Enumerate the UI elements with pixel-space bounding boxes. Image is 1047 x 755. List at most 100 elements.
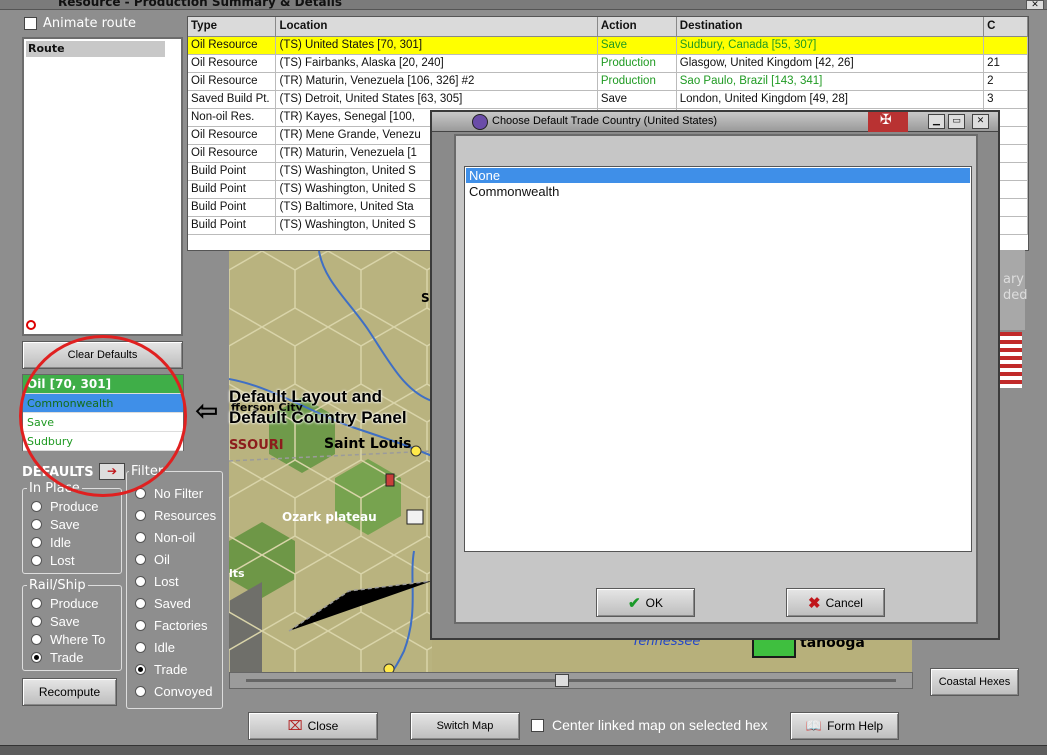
right-panel-text: ary ded [1003,272,1028,304]
animate-route-checkbox[interactable] [24,16,37,30]
cell-c [983,36,1028,55]
filter-resources-radio[interactable]: Resources [135,508,216,523]
center-linked-map-label: Center linked map on selected hex [552,717,768,733]
close-label: Close [307,719,339,733]
animate-route-toggle[interactable]: Animate route [24,14,136,32]
filter-factories-radio[interactable]: Factories [135,618,207,633]
route-marker-icon [26,320,36,330]
cell-c: 21 [983,54,1028,73]
german-flag-icon [868,112,908,132]
rail-ship-produce-radio[interactable]: Produce [31,596,98,611]
map-label-missouri: SSOURI [229,438,284,453]
cell-type: Oil Resource [188,36,277,55]
status-strip [0,745,1047,755]
form-help-button[interactable]: 📖 Form Help [790,712,899,740]
radio-icon [135,554,146,565]
table-row[interactable]: Oil Resource (TS) Fairbanks, Alaska [20,… [188,54,1028,73]
minimize-icon[interactable]: ▁ [928,114,945,129]
scrollbar-thumb[interactable] [555,674,569,687]
filter-lost-radio[interactable]: Lost [135,574,179,589]
radio-icon [135,510,146,521]
recompute-button[interactable]: Recompute [22,678,117,706]
radio-icon [31,519,42,530]
cell-destination: Sao Paulo, Brazil [143, 341] [676,72,985,91]
radio-icon [31,616,42,627]
route-header: Route [26,41,165,57]
radio-label: Where To [50,632,106,647]
in-place-produce-radio[interactable]: Produce [31,499,98,514]
column-header-location[interactable]: Location [275,17,598,37]
column-header-c[interactable]: C [983,17,1028,37]
cell-destination: London, United Kingdom [49, 28] [676,90,985,109]
radio-label: Lost [154,574,179,589]
annotation-circle [19,335,187,497]
list-item-commonwealth[interactable]: Commonwealth [466,184,970,199]
filter-saved-radio[interactable]: Saved [135,596,191,611]
radio-label: No Filter [154,486,204,501]
filter-oil-radio[interactable]: Oil [135,552,170,567]
radio-icon [135,576,146,587]
filter-trade-radio[interactable]: Trade [135,662,187,677]
column-header-type[interactable]: Type [188,17,277,37]
game-map[interactable]: fferson City SSOURI Saint Louis Ozark pl… [229,251,432,674]
radio-label: Save [50,517,80,532]
cell-type: Oil Resource [188,126,277,145]
map-lower-strip[interactable]: Tennessee tanooga [432,634,912,674]
table-row[interactable]: Oil Resource (TR) Maturin, Venezuela [10… [188,72,1028,91]
rail-ship-save-radio[interactable]: Save [31,614,80,629]
ok-label: OK [645,595,663,610]
table-row[interactable]: Saved Build Pt. (TS) Detroit, United Sta… [188,90,1028,109]
cancel-button[interactable]: ✖ Cancel [786,588,885,617]
center-linked-map-toggle[interactable]: Center linked map on selected hex [531,717,768,733]
radio-label: Saved [154,596,191,611]
radio-label: Convoyed [154,684,213,699]
radio-label: Idle [50,535,71,550]
close-icon[interactable]: ✕ [1026,0,1044,10]
window-title-bar: Resource - Production Summary & Details [0,0,1047,10]
maximize-icon[interactable]: ▭ [948,114,965,129]
trade-country-list[interactable]: None Commonwealth [464,166,972,552]
dialog-title-bar[interactable]: Choose Default Trade Country (United Sta… [432,112,998,132]
rail-ship-where-to-radio[interactable]: Where To [31,632,105,647]
in-place-idle-radio[interactable]: Idle [31,535,71,550]
annotation-text: Default Layout and Default Country Panel [229,386,407,428]
radio-icon [31,598,42,609]
table-row[interactable]: Oil Resource (TS) United States [70, 301… [188,36,1028,55]
close-button[interactable]: ⌧ Close [248,712,378,740]
cell-c: 2 [983,72,1028,91]
center-linked-map-checkbox[interactable] [531,718,544,732]
cell-type: Oil Resource [188,54,277,73]
column-header-destination[interactable]: Destination [676,17,985,37]
annotation-line: Default Country Panel [229,408,407,427]
radio-label: Produce [50,499,99,514]
filter-non-oil-radio[interactable]: Non-oil [135,530,195,545]
ok-button[interactable]: ✔ OK [596,588,695,617]
cell-location: (TS) Detroit, United States [63, 305] [275,90,598,109]
radio-label: Trade [50,650,84,665]
filter-idle-radio[interactable]: Idle [135,640,175,655]
route-panel: Route [22,37,183,336]
cell-action: Production [597,72,677,91]
radio-icon [135,598,146,609]
in-place-lost-radio[interactable]: Lost [31,553,75,568]
map-horizontal-scrollbar[interactable] [229,672,913,689]
filter-convoyed-radio[interactable]: Convoyed [135,684,213,699]
dialog-close-icon[interactable]: ✕ [972,114,989,129]
list-item-none[interactable]: None [466,168,970,183]
radio-label: Oil [154,552,170,567]
table-header-row: Type Location Action Destination C [188,17,1028,37]
filter-no-filter-radio[interactable]: No Filter [135,486,203,501]
cell-type: Build Point [188,216,277,235]
cell-location: (TR) Maturin, Venezuela [106, 326] #2 [275,72,598,91]
in-place-save-radio[interactable]: Save [31,517,80,532]
scrollbar-track[interactable] [246,679,896,682]
column-header-action[interactable]: Action [597,17,677,37]
coastal-hexes-button[interactable]: Coastal Hexes [930,668,1019,696]
radio-icon [31,555,42,566]
rail-ship-trade-radio[interactable]: Trade [31,650,83,665]
radio-icon [135,664,146,675]
switch-map-button[interactable]: Switch Map [410,712,520,740]
cancel-label: Cancel [825,595,863,610]
dialog-title: Choose Default Trade Country (United Sta… [492,115,718,127]
cell-action: Save [597,90,677,109]
